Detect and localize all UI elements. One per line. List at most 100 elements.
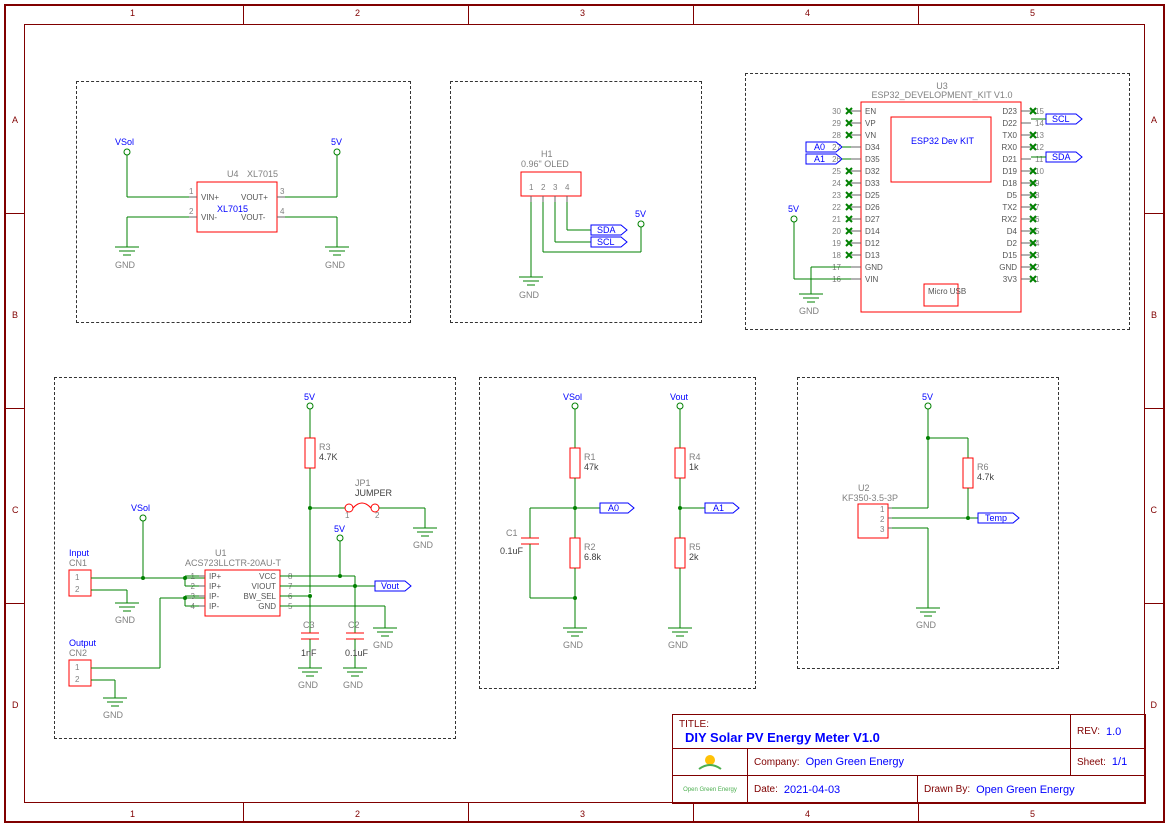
net-vout: Vout: [381, 581, 400, 591]
svg-text:D22: D22: [1002, 119, 1017, 128]
svg-text:3V3: 3V3: [1003, 275, 1018, 284]
svg-text:D18: D18: [1002, 179, 1017, 188]
gnd: GND: [519, 290, 540, 300]
svg-text:12: 12: [1035, 143, 1044, 152]
svg-text:VIN: VIN: [865, 275, 879, 284]
svg-text:VCC: VCC: [259, 572, 276, 581]
r2-ref: R2: [584, 542, 596, 552]
gnd-r: GND: [668, 640, 689, 650]
svg-text:1: 1: [189, 187, 194, 196]
svg-text:RX2: RX2: [1001, 215, 1017, 224]
u2-ref: U2: [858, 483, 870, 493]
net-a1: A1: [713, 503, 724, 513]
ruler-top-2: 2: [355, 8, 360, 18]
svg-text:29: 29: [832, 119, 841, 128]
h1-ref: H1: [541, 149, 553, 159]
block-xl7015: VSol 5V GND GND U4 XL7015 XL7015 1: [76, 81, 411, 323]
svg-text:1: 1: [880, 505, 885, 514]
svg-text:30: 30: [832, 107, 841, 116]
title-label: TITLE:: [679, 719, 709, 730]
svg-text:D27: D27: [865, 215, 880, 224]
in-ref: Input: [69, 548, 90, 558]
svg-text:IP-: IP-: [209, 592, 220, 601]
svg-text:25: 25: [832, 167, 841, 176]
svg-text:11: 11: [1035, 155, 1044, 164]
svg-text:15: 15: [1035, 107, 1044, 116]
r5-ref: R5: [689, 542, 701, 552]
net-5v: 5V: [788, 204, 799, 214]
net-scl: SCL: [1052, 114, 1070, 124]
ruler-r-d: D: [1151, 700, 1158, 710]
u3-val: ESP32_DEVELOPMENT_KIT V1.0: [872, 90, 1013, 100]
svg-text:VIN-: VIN-: [201, 213, 217, 222]
net-sda: SDA: [597, 225, 616, 235]
net-a1: A1: [814, 154, 825, 164]
svg-text:2: 2: [75, 675, 80, 684]
svg-text:1: 1: [75, 573, 80, 582]
svg-text:3: 3: [880, 525, 885, 534]
svg-text:D35: D35: [865, 155, 880, 164]
sheet-label: Sheet:: [1077, 757, 1106, 768]
svg-text:20: 20: [832, 227, 841, 236]
gnd-cn2: GND: [103, 710, 124, 720]
svg-text:3: 3: [553, 183, 558, 192]
svg-block1: VSol 5V GND GND U4 XL7015 XL7015 1: [77, 82, 410, 322]
h1-val: 0.96" OLED: [521, 159, 569, 169]
svg-text:1: 1: [75, 663, 80, 672]
usb: Micro USB: [928, 287, 966, 296]
svg-text:D21: D21: [1002, 155, 1017, 164]
logo-caption: Open Green Energy: [673, 776, 748, 803]
svg-block2: H1 0.96" OLED 12 34 GND 5V SCL: [451, 82, 701, 322]
svg-text:VN: VN: [865, 131, 876, 140]
svg-text:VIN+: VIN+: [201, 193, 219, 202]
svg-text:D23: D23: [1002, 107, 1017, 116]
net-5v: 5V: [922, 392, 933, 402]
c1-val: 0.1uF: [500, 546, 524, 556]
svg-block5: VSol R1 47k A0 R2 6.8k GND C1 0.1: [480, 378, 755, 688]
drawnby-val: Open Green Energy: [976, 784, 1074, 796]
net-5v: 5V: [331, 137, 342, 147]
title-val: DIY Solar PV Energy Meter V1.0: [685, 730, 880, 745]
net-scl: SCL: [597, 237, 615, 247]
company-label: Company:: [754, 757, 800, 768]
svg-text:D13: D13: [865, 251, 880, 260]
ruler-l-a: A: [12, 115, 18, 125]
net-vsol: VSol: [131, 503, 150, 513]
svg-text:D33: D33: [865, 179, 880, 188]
net-5v: 5V: [304, 392, 315, 402]
svg-text:D4: D4: [1007, 227, 1018, 236]
svg-text:VP: VP: [865, 119, 876, 128]
gnd-c3: GND: [298, 680, 319, 690]
ruler-r-b: B: [1151, 310, 1157, 320]
schematic-frame: 1 2 3 4 5 1 2 3 4 5 A B C D A B C D VSol…: [0, 0, 1169, 827]
rev-label: REV:: [1077, 726, 1100, 737]
rev-val: 1.0: [1106, 726, 1121, 738]
drawnby-label: Drawn By:: [924, 784, 970, 795]
svg-text:4: 4: [565, 183, 570, 192]
gnd-l: GND: [115, 260, 136, 270]
svg-text:3: 3: [280, 187, 285, 196]
titleblock: TITLE: DIY Solar PV Energy Meter V1.0 RE…: [672, 714, 1146, 804]
jp1-val: JUMPER: [355, 488, 393, 498]
block-temp: 5V R6 4.7k Temp U2 KF350-3.5-3P 1 2 3: [797, 377, 1059, 669]
r6-ref: R6: [977, 462, 989, 472]
ruler-l-b: B: [12, 310, 18, 320]
svg-text:26: 26: [832, 155, 841, 164]
net-a0: A0: [814, 142, 825, 152]
svg-text:D26: D26: [865, 203, 880, 212]
svg-text:13: 13: [1035, 131, 1044, 140]
net-5v2: 5V: [334, 524, 345, 534]
ruler-l-c: C: [12, 505, 19, 515]
date-label: Date:: [754, 784, 778, 795]
date-val: 2021-04-03: [784, 784, 840, 796]
svg-text:23: 23: [832, 191, 841, 200]
svg-text:D14: D14: [865, 227, 880, 236]
svg-text:2: 2: [375, 511, 380, 520]
r1-val: 47k: [584, 462, 599, 472]
svg-text:D32: D32: [865, 167, 880, 176]
c3-val: 1nF: [301, 648, 317, 658]
out-ref: Output: [69, 638, 97, 648]
svg-text:D25: D25: [865, 191, 880, 200]
net-a0: A0: [608, 503, 619, 513]
block-oled: H1 0.96" OLED 12 34 GND 5V SCL: [450, 81, 702, 323]
